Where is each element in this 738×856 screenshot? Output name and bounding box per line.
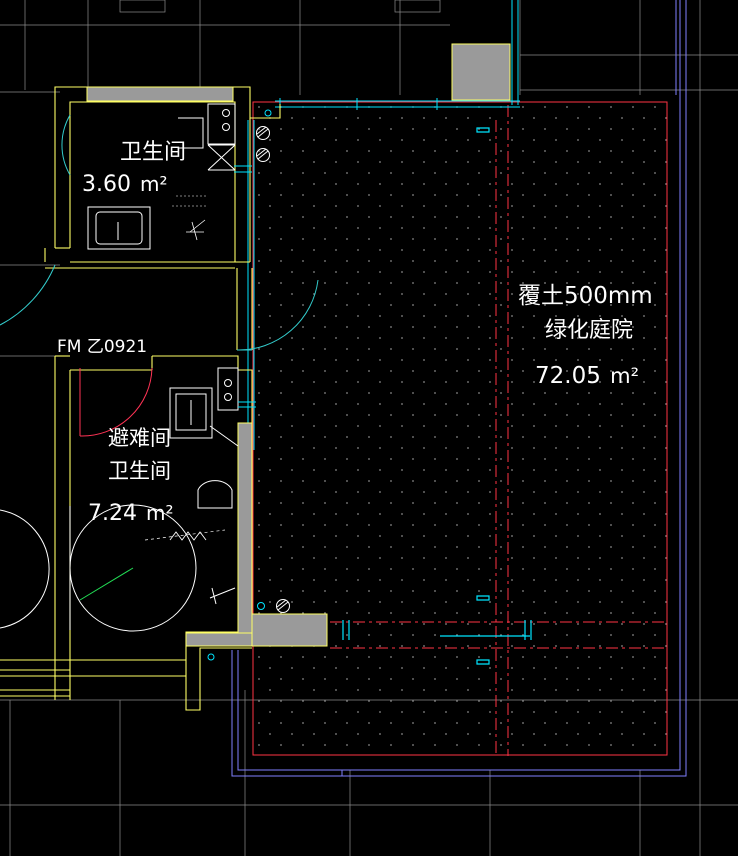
bathroom2-area-unit: m² — [146, 501, 174, 525]
cad-floor-plan: 卫生间 3.60 m² FM 乙0921 避难间 卫生间 7.24 m² 覆土5… — [0, 0, 738, 856]
floor-plan-drawing: 卫生间 3.60 m² FM 乙0921 避难间 卫生间 7.24 m² 覆土5… — [0, 0, 738, 856]
bathroom1-area-unit: m² — [140, 172, 168, 196]
garden-area-value: 72.05 — [535, 363, 601, 389]
garden-area-unit: m² — [610, 364, 639, 388]
door-tag: FM 乙0921 — [57, 337, 147, 357]
garden-soil-depth: 覆土500mm — [518, 283, 653, 309]
garden-name: 绿化庭院 — [545, 318, 633, 343]
bathroom2-fixtures — [144, 367, 239, 605]
garden-area: 72.05 m² — [535, 363, 639, 389]
bathroom1-name: 卫生间 — [120, 140, 186, 165]
garden-area[interactable] — [252, 101, 668, 756]
bathroom2-area: 7.24 m² — [88, 501, 173, 526]
bathroom2-area-value: 7.24 — [88, 501, 137, 526]
bathroom2-name-line2: 卫生间 — [108, 459, 171, 483]
bathroom2-name-line1: 避难间 — [108, 426, 171, 450]
bathroom1-area: 3.60 m² — [82, 172, 167, 197]
bathroom1-area-value: 3.60 — [82, 172, 131, 197]
